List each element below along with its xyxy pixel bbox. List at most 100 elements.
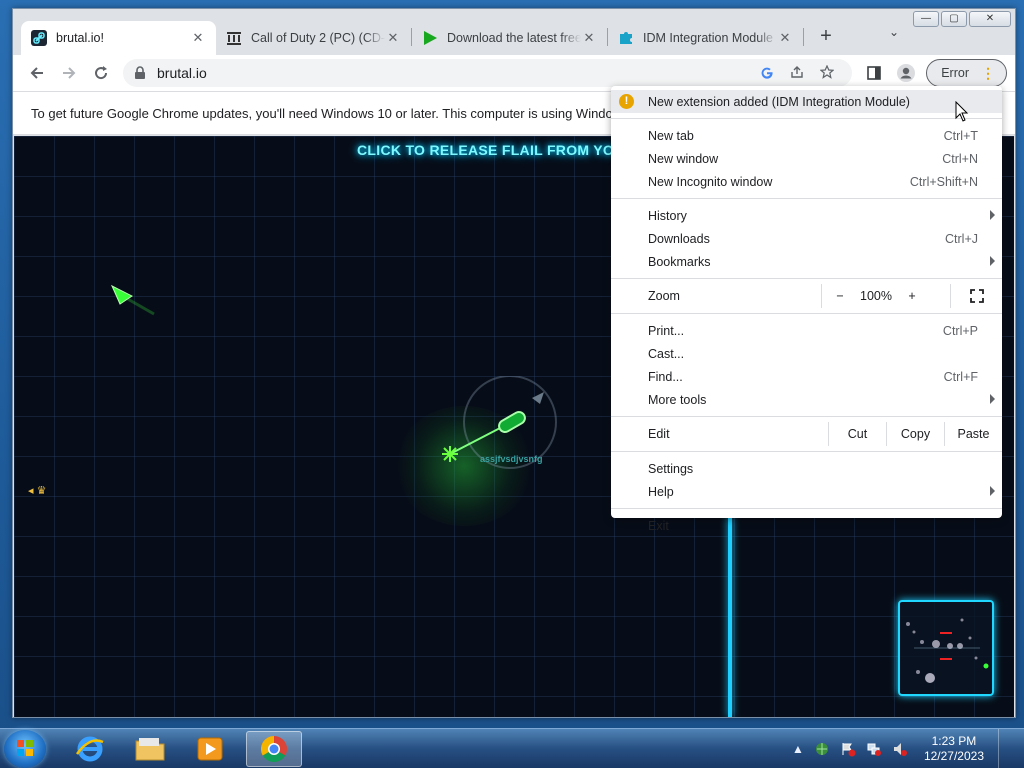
minimap-dots <box>906 618 989 683</box>
menu-item-more-tools[interactable]: More tools <box>611 388 1002 411</box>
side-panel-button[interactable] <box>858 59 890 87</box>
fullscreen-icon <box>969 289 984 303</box>
arena-border <box>728 516 732 717</box>
menu-item-zoom: Zoom − 100% + <box>611 284 1002 308</box>
play-icon <box>422 30 438 46</box>
menu-item-find[interactable]: Find... Ctrl+F <box>611 365 1002 388</box>
infobar-message: To get future Google Chrome updates, you… <box>31 106 613 121</box>
url-text: brutal.io <box>157 65 207 81</box>
menu-item-new-incognito[interactable]: New Incognito window Ctrl+Shift+N <box>611 170 1002 193</box>
error-label: Error <box>941 66 969 80</box>
menu-separator <box>611 508 1002 509</box>
player-name-label: assjfvsdjvsnfg <box>480 454 543 464</box>
reload-button[interactable] <box>85 59 117 87</box>
tab-strip: brutal.io! ✕ Call of Duty 2 (PC) (CD-K ✕… <box>13 19 1015 55</box>
address-bar[interactable]: brutal.io <box>123 59 853 87</box>
side-panel-icon <box>867 66 882 80</box>
tab-title: IDM Integration Module <box>643 31 773 45</box>
lock-icon <box>135 66 145 79</box>
menu-separator <box>611 278 1002 279</box>
network-status-icon[interactable] <box>866 741 882 757</box>
paste-button[interactable]: Paste <box>944 422 1002 446</box>
system-tray: ▲ 1:23 PM 12/27/2023 <box>792 729 1024 768</box>
warning-icon: ! <box>619 94 634 109</box>
close-tab-icon[interactable]: ✕ <box>190 30 206 46</box>
maximize-button[interactable]: ▢ <box>941 11 967 27</box>
taskbar-file-explorer[interactable] <box>122 731 178 767</box>
menu-item-help[interactable]: Help <box>611 480 1002 503</box>
media-player-icon <box>197 737 223 761</box>
copy-button[interactable]: Copy <box>886 422 944 446</box>
show-hidden-icons-button[interactable]: ▲ <box>792 742 804 756</box>
error-menu-button[interactable]: Error ⋮ <box>926 59 1007 87</box>
forward-arrow-icon <box>63 67 76 79</box>
clock-time: 1:23 PM <box>931 734 977 748</box>
caption-buttons: — ▢ ✕ <box>913 11 1011 27</box>
tab-call-of-duty[interactable]: Call of Duty 2 (PC) (CD-K ✕ <box>216 21 411 55</box>
menu-separator <box>611 198 1002 199</box>
enemy-arrow-icon <box>110 284 155 316</box>
close-window-button[interactable]: ✕ <box>969 11 1011 27</box>
menu-dots-icon: ⋮ <box>981 64 995 81</box>
windows-logo-icon <box>17 740 33 756</box>
tab-title: Download the latest free <box>447 31 581 45</box>
menu-item-history[interactable]: History <box>611 204 1002 227</box>
link-icon <box>31 30 47 46</box>
profile-button[interactable] <box>890 59 922 87</box>
zoom-level: 100% <box>860 289 892 303</box>
network-globe-icon[interactable] <box>814 741 830 757</box>
menu-item-downloads[interactable]: Downloads Ctrl+J <box>611 227 1002 250</box>
new-tab-button[interactable]: + <box>812 23 840 51</box>
menu-separator <box>611 451 1002 452</box>
menu-item-edit: Edit Cut Copy Paste <box>611 422 1002 446</box>
minimize-button[interactable]: — <box>913 11 939 27</box>
tab-title: brutal.io! <box>56 31 104 45</box>
menu-item-exit[interactable]: Exit <box>611 514 1002 537</box>
start-button[interactable] <box>4 730 46 768</box>
share-icon[interactable] <box>782 65 812 82</box>
show-desktop-button[interactable] <box>998 729 1012 768</box>
tab-download[interactable]: Download the latest free ✕ <box>412 21 607 55</box>
menu-item-bookmarks[interactable]: Bookmarks <box>611 250 1002 273</box>
cut-button[interactable]: Cut <box>828 422 886 446</box>
submenu-arrow-icon <box>990 486 995 496</box>
menu-separator <box>611 118 1002 119</box>
zoom-in-button[interactable]: + <box>894 289 930 303</box>
bookmark-star-icon[interactable] <box>812 64 842 82</box>
back-button[interactable] <box>21 59 53 87</box>
taskbar-chrome[interactable] <box>246 731 302 767</box>
zoom-out-button[interactable]: − <box>822 289 858 303</box>
folder-icon <box>135 738 165 761</box>
google-icon[interactable] <box>752 65 782 82</box>
taskbar-media-player[interactable] <box>182 731 238 767</box>
bank-icon <box>226 30 242 46</box>
action-center-flag-icon[interactable] <box>840 741 856 757</box>
menu-item-print[interactable]: Print... Ctrl+P <box>611 319 1002 342</box>
fullscreen-button[interactable] <box>950 284 1002 308</box>
zoom-controls: − 100% + <box>821 284 1002 308</box>
submenu-arrow-icon <box>990 210 995 220</box>
close-tab-icon[interactable]: ✕ <box>777 30 793 46</box>
menu-item-new-window[interactable]: New window Ctrl+N <box>611 147 1002 170</box>
menu-item-new-tab[interactable]: New tab Ctrl+T <box>611 124 1002 147</box>
close-tab-icon[interactable]: ✕ <box>385 30 401 46</box>
forward-button[interactable] <box>53 59 85 87</box>
taskbar: ▲ 1:23 PM 12/27/2023 <box>0 728 1024 768</box>
menu-item-extension-notification[interactable]: ! New extension added (IDM Integration M… <box>611 90 1002 113</box>
tab-separator <box>803 28 804 46</box>
profile-avatar-icon <box>897 64 916 82</box>
submenu-arrow-icon <box>990 394 995 404</box>
clock[interactable]: 1:23 PM 12/27/2023 <box>924 734 984 764</box>
menu-separator <box>611 416 1002 417</box>
clock-date: 12/27/2023 <box>923 749 984 763</box>
tab-search-button[interactable]: ⌄ <box>889 25 899 39</box>
volume-muted-icon[interactable] <box>892 741 908 757</box>
close-tab-icon[interactable]: ✕ <box>581 30 597 46</box>
taskbar-internet-explorer[interactable] <box>62 731 118 767</box>
tab-brutal-io[interactable]: brutal.io! ✕ <box>21 21 216 55</box>
tab-idm[interactable]: IDM Integration Module ✕ <box>608 21 803 55</box>
menu-item-cast[interactable]: Cast... <box>611 342 1002 365</box>
menu-item-settings[interactable]: Settings <box>611 457 1002 480</box>
chrome-icon <box>260 735 287 763</box>
chrome-menu: ! New extension added (IDM Integration M… <box>611 86 1002 533</box>
